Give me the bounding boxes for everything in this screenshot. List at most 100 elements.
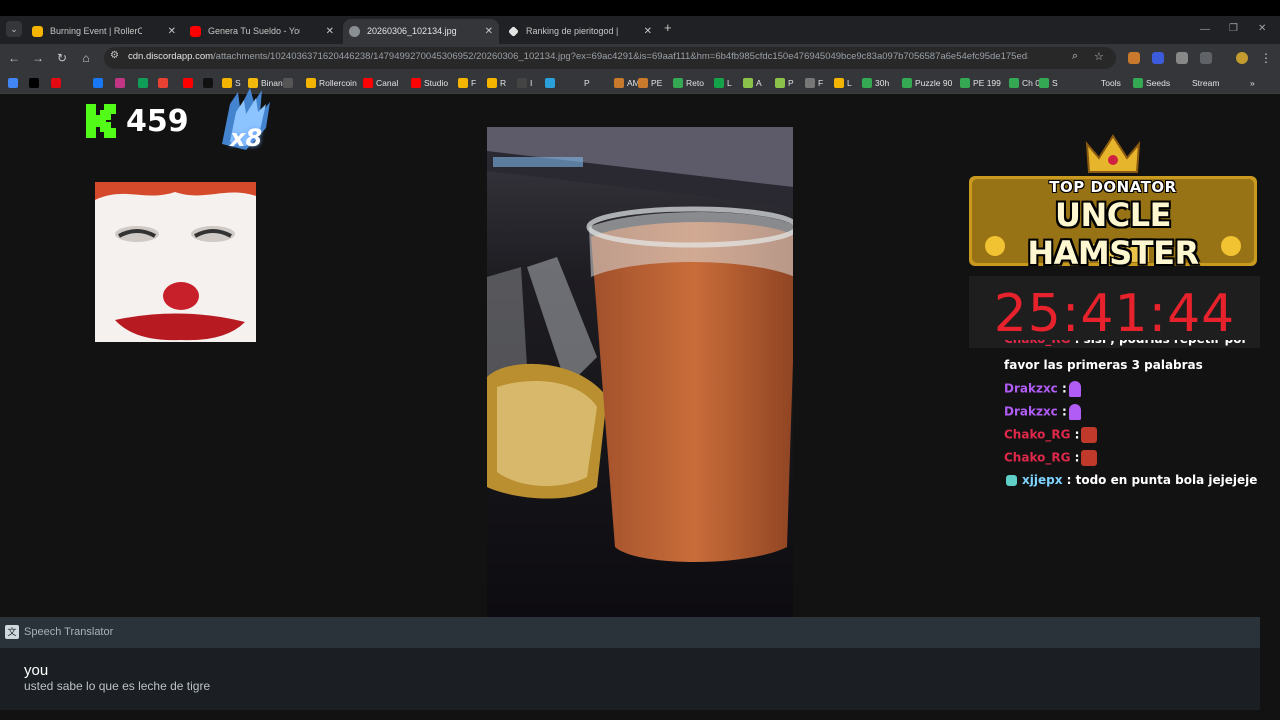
bookmark-label: S [1052, 78, 1058, 88]
url-text[interactable]: cdn.discordapp.com/attachments/102403637… [128, 51, 1028, 62]
chat-message: favor las primeras 3 palabras [1004, 358, 1203, 372]
tab-ranking[interactable]: Ranking de pieritogod | El mejor ✕ [502, 19, 658, 44]
site-info-icon[interactable]: ⚙ [110, 50, 119, 61]
netflix-icon [51, 78, 61, 88]
bookmark-item[interactable] [138, 76, 151, 90]
url-domain: cdn.discordapp.com [128, 51, 214, 62]
instagram-icon [115, 78, 125, 88]
rollercoin-icon [306, 78, 316, 88]
bookmark-item[interactable]: L [714, 76, 732, 90]
bookmark-label: I [530, 78, 533, 88]
bookmark-item[interactable]: F [805, 76, 823, 90]
extension-fox-icon[interactable] [1128, 52, 1140, 64]
speech-translator-panel: 文 Speech Translator you usted sabe lo qu… [0, 617, 1260, 710]
diamond-icon [508, 26, 519, 37]
more-bookmarks-icon[interactable]: » [1250, 76, 1255, 90]
gear-icon [805, 78, 815, 88]
extension-shield-icon[interactable] [1152, 52, 1164, 64]
facebook-icon [93, 78, 103, 88]
new-tab-button[interactable]: + [664, 20, 672, 35]
extensions-puzzle-icon[interactable] [1200, 52, 1212, 64]
bookmark-item[interactable] [93, 76, 106, 90]
bookmark-item[interactable]: Stream [1179, 76, 1219, 90]
close-icon[interactable]: ✕ [326, 19, 334, 44]
bottom-edge [0, 710, 1280, 720]
bookmark-label: Seeds [1146, 78, 1171, 88]
bookmark-item[interactable]: F [458, 76, 476, 90]
bookmark-item[interactable] [8, 76, 21, 90]
bookmark-item[interactable]: A [743, 76, 762, 90]
bookmark-item[interactable]: Puzzle 90 [902, 76, 952, 90]
bookmark-item[interactable] [183, 76, 196, 90]
bookmark-item[interactable]: R [487, 76, 506, 90]
bookmark-item[interactable] [203, 76, 216, 90]
bookmark-item[interactable]: Tools [1088, 76, 1121, 90]
bookmark-item[interactable]: AM [614, 76, 640, 90]
tab-rollercoin[interactable]: Burning Event | RollerCoin ✕ [26, 19, 182, 44]
chat-text: : [1061, 381, 1067, 396]
mask-emote [1081, 450, 1098, 466]
multiplier-label: x8 [230, 124, 263, 152]
close-icon[interactable]: ✕ [168, 19, 176, 44]
profile-avatar[interactable] [1236, 52, 1248, 64]
bookmark-label: Canal [376, 78, 399, 88]
minimize-icon[interactable]: — [1200, 24, 1210, 35]
tab-search-button[interactable]: ⌄ [6, 21, 22, 37]
bookmark-item[interactable] [51, 76, 64, 90]
tab-image-active[interactable]: 20260306_102134.jpg (2252×4000) ✕ [343, 19, 499, 44]
bookmark-item[interactable]: Reto [673, 76, 704, 90]
plus-icon [902, 78, 912, 88]
window-close-icon[interactable]: ✕ [1258, 23, 1266, 34]
bookmark-label: Stream [1192, 78, 1220, 88]
banner-name: UNCLE HAMSTER [1027, 196, 1199, 272]
bookmark-star-icon[interactable]: ☆ [1094, 50, 1104, 63]
bookmark-label: Studio [424, 78, 449, 88]
reload-icon[interactable]: ↻ [54, 50, 70, 66]
bookmark-item[interactable]: L [834, 76, 852, 90]
circle-icon [517, 78, 527, 88]
translator-title: Speech Translator [24, 626, 114, 638]
address-bar[interactable]: ⚙ cdn.discordapp.com/attachments/1024036… [104, 47, 1116, 69]
tab-youtube[interactable]: Genera Tu Sueldo - YouTube ✕ [184, 19, 340, 44]
bookmark-label: 30h [875, 78, 890, 88]
bookmark-item[interactable] [29, 76, 42, 90]
bookmark-item[interactable]: Canal [363, 76, 398, 90]
bookmark-item[interactable]: PE 199 [960, 76, 1001, 90]
translated-text: usted sabe lo que es leche de tigre [24, 679, 211, 693]
chat-message: Drakzxc : [1004, 381, 1081, 397]
extension-badge-icon[interactable] [1176, 52, 1188, 64]
close-icon[interactable]: ✕ [644, 19, 652, 44]
bookmark-item[interactable] [158, 76, 171, 90]
kick-logo-icon [86, 104, 116, 138]
bookmark-item[interactable] [283, 76, 296, 90]
bookmark-item[interactable]: Rollercoin [306, 76, 357, 90]
home-icon[interactable]: ⌂ [78, 50, 94, 66]
forward-icon[interactable]: → [30, 50, 46, 66]
back-icon[interactable]: ← [6, 50, 22, 66]
banner-subtitle: TOP DONATOR [1049, 178, 1177, 196]
bookmark-item[interactable] [115, 76, 128, 90]
chat-text: : todo en punta bola jejejeje [1066, 473, 1258, 487]
chrome-icon [8, 78, 18, 88]
bookmark-item[interactable]: PE [638, 76, 662, 90]
bookmark-item[interactable]: I [517, 76, 532, 90]
bookmark-label: P [788, 78, 794, 88]
screen-top-edge [0, 0, 1280, 16]
chat-text: : [1061, 404, 1067, 419]
bookmark-item[interactable]: P [571, 76, 590, 90]
restore-icon[interactable]: ❐ [1229, 23, 1238, 34]
zoom-icon[interactable]: ⌕ [1072, 50, 1078, 63]
translator-header: 文 Speech Translator [0, 617, 1260, 648]
menu-icon[interactable]: ⋮ [1258, 50, 1274, 66]
bookmark-item[interactable]: P [775, 76, 794, 90]
bookmark-item[interactable] [545, 76, 558, 90]
bookmark-item[interactable]: Seeds [1133, 76, 1170, 90]
bookmark-item[interactable]: Studio [411, 76, 448, 90]
bookmark-item[interactable]: 30h [862, 76, 889, 90]
pickaxe-icon [614, 78, 624, 88]
bookmark-label: Puzzle 90 [915, 78, 953, 88]
bookmark-item[interactable]: S [1039, 76, 1058, 90]
close-icon[interactable]: ✕ [485, 19, 493, 44]
banner-text: TOP DONATOR UNCLE HAMSTER [969, 134, 1257, 272]
face-icon [834, 78, 844, 88]
